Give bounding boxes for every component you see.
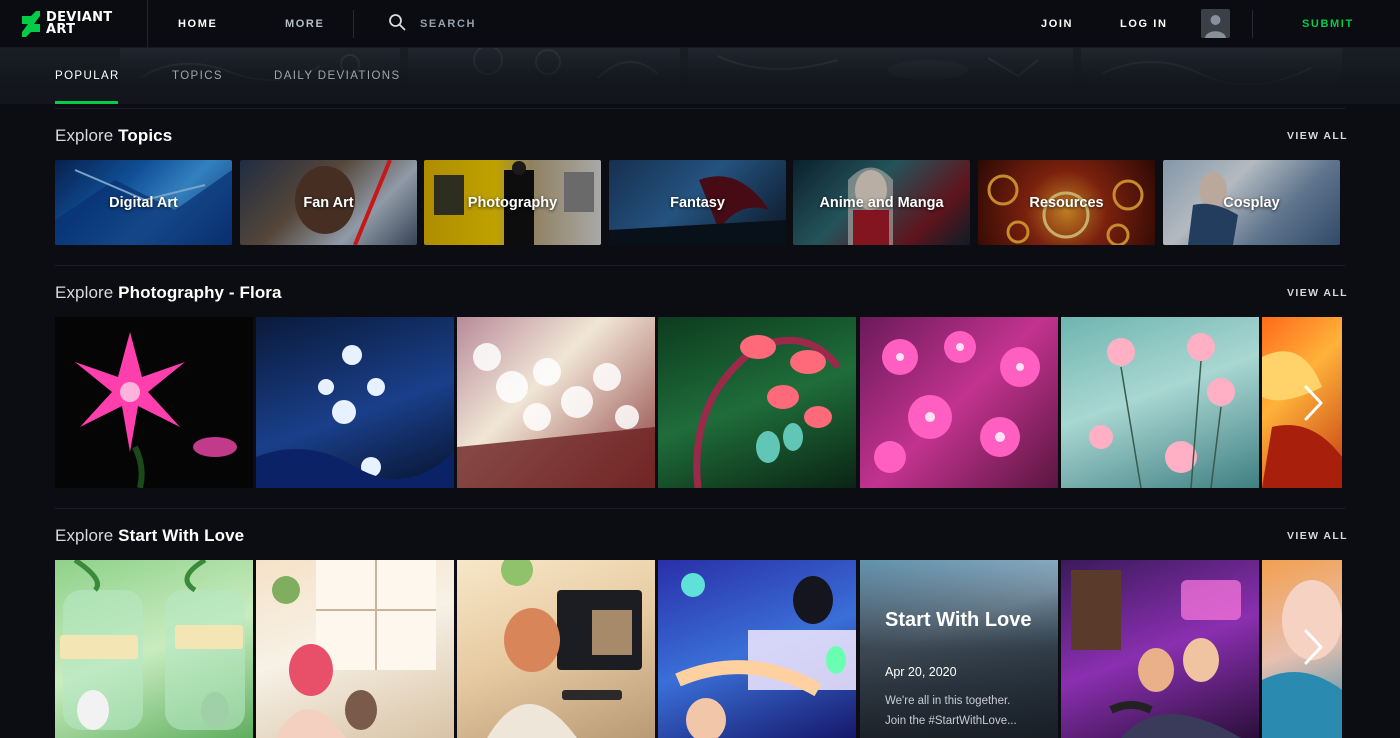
tab-daily-deviations[interactable]: DAILY DEVIATIONS xyxy=(274,70,401,82)
submit-button[interactable]: SUBMIT xyxy=(1302,18,1354,30)
deviation-thumbnail[interactable] xyxy=(860,317,1058,488)
deviation-thumbnail[interactable] xyxy=(1061,317,1259,488)
section-divider xyxy=(55,108,1345,109)
nav-more-menu[interactable]: MORE xyxy=(285,18,324,30)
topic-card-digital-art[interactable]: Digital Art xyxy=(55,160,232,245)
deviation-thumbnail[interactable] xyxy=(1061,560,1259,738)
deviation-thumbnail[interactable] xyxy=(457,317,655,488)
featured-collection-card[interactable]: Start With Love Apr 20, 2020 We're all i… xyxy=(860,560,1058,738)
deviation-thumbnail[interactable] xyxy=(658,560,856,738)
login-link[interactable]: LOG IN xyxy=(1120,18,1168,30)
nav-home-link[interactable]: HOME xyxy=(178,18,217,30)
section-divider xyxy=(55,508,1345,509)
view-all-love-link[interactable]: VIEW ALL xyxy=(1287,530,1348,542)
topic-label: Cosplay xyxy=(1223,195,1280,211)
deviation-thumbnail[interactable] xyxy=(457,560,655,738)
topic-label: Anime and Manga xyxy=(819,195,944,211)
avatar[interactable] xyxy=(1201,9,1230,38)
topic-label: Fan Art xyxy=(303,195,354,211)
featured-date: Apr 20, 2020 xyxy=(885,665,957,679)
topic-card-anime-and-manga[interactable]: Anime and Manga xyxy=(793,160,970,245)
topic-card-resources[interactable]: Resources xyxy=(978,160,1155,245)
chevron-right-icon[interactable] xyxy=(1302,385,1324,421)
topic-label: Fantasy xyxy=(670,195,725,211)
search-icon[interactable] xyxy=(388,13,406,31)
logo-text-line2: ART xyxy=(46,21,76,37)
topic-card-fan-art[interactable]: Fan Art xyxy=(240,160,417,245)
deviation-thumbnail[interactable] xyxy=(55,560,253,738)
section-title-topics: Explore Topics xyxy=(55,126,173,145)
deviation-thumbnail[interactable] xyxy=(658,317,856,488)
topic-card-fantasy[interactable]: Fantasy xyxy=(609,160,786,245)
view-all-topics-link[interactable]: VIEW ALL xyxy=(1287,130,1348,142)
featured-title: Start With Love xyxy=(885,609,1032,631)
page-tabs: POPULAR TOPICS DAILY DEVIATIONS xyxy=(0,48,1400,104)
nav-divider xyxy=(353,10,354,38)
deviation-thumbnail[interactable] xyxy=(256,560,454,738)
tab-popular[interactable]: POPULAR xyxy=(55,70,120,82)
deviantart-logo-icon xyxy=(22,10,40,37)
topic-label: Digital Art xyxy=(109,195,178,211)
active-tab-indicator xyxy=(55,101,118,104)
chevron-right-icon[interactable] xyxy=(1302,629,1324,665)
top-navigation-bar: DEVIANT ART HOME MORE JOIN LOG IN SUBMIT xyxy=(0,0,1400,48)
topic-card-cosplay[interactable]: Cosplay xyxy=(1163,160,1340,245)
avatar-icon xyxy=(1205,15,1226,38)
topic-label: Photography xyxy=(467,195,558,211)
tab-topics[interactable]: TOPICS xyxy=(172,70,223,82)
join-link[interactable]: JOIN xyxy=(1041,18,1073,30)
nav-divider xyxy=(1252,10,1253,38)
topic-label: Resources xyxy=(1029,195,1104,211)
section-divider xyxy=(55,265,1345,266)
deviation-thumbnail[interactable] xyxy=(55,317,253,488)
deviation-thumbnail[interactable] xyxy=(256,317,454,488)
section-title-love: Explore Start With Love xyxy=(55,526,245,545)
search-input[interactable] xyxy=(420,14,620,34)
section-title-flora: Explore Photography - Flora xyxy=(55,283,282,302)
view-all-flora-link[interactable]: VIEW ALL xyxy=(1287,287,1348,299)
deviantart-logo[interactable]: DEVIANT ART xyxy=(0,0,148,48)
featured-description: We're all in this together. Join the #St… xyxy=(885,695,1017,727)
topic-card-photography[interactable]: Photography xyxy=(424,160,601,245)
